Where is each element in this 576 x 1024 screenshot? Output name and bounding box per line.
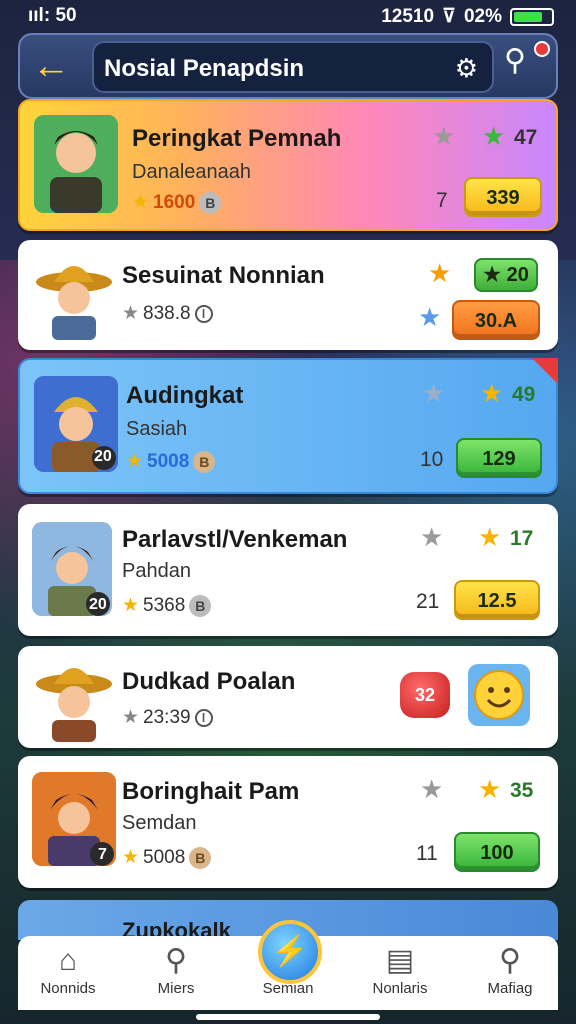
back-arrow-icon[interactable]: ← [32, 47, 76, 87]
leaderboard-card-2[interactable]: Sesuinat Nonnian ★ 838.8 l ★ ★ 20 ★ 30.A [18, 240, 558, 350]
star-count: 47 [514, 126, 538, 149]
player-avatar [32, 652, 116, 742]
player-name: Audingkat [126, 382, 244, 409]
nav-label: Mafiag [487, 980, 533, 997]
player-points: ★ 838.8 l [122, 302, 213, 325]
star-outline-icon: ★ [122, 707, 140, 728]
coin-icon: B [193, 450, 216, 473]
player-points: ★ 5008 B [122, 846, 212, 869]
star-outline-icon: ★ [422, 378, 446, 408]
status-bar: ııl: 50 12510 ⊽ 02% [0, 0, 576, 32]
heart-icon[interactable]: 32 [400, 672, 450, 718]
search-button[interactable]: ⚲ [504, 41, 552, 91]
score-button[interactable]: 30.A [452, 300, 540, 340]
star-icon: ★ [478, 522, 502, 552]
smiley-icon[interactable] [468, 664, 530, 726]
score-button[interactable]: 339 [464, 177, 542, 217]
star-outline-icon: ★ [432, 121, 456, 151]
top-header: ← Nosial Penapdsin ⚙ ⚲ [18, 33, 558, 99]
search-icon: ⚲ [504, 44, 526, 77]
player-name: Boringhait Pam [122, 778, 300, 805]
nav-label: Nonlaris [372, 980, 428, 997]
rank-number: 11 [416, 842, 438, 865]
nav-item-miers[interactable]: ⚲ Miers [128, 942, 224, 997]
star-outline-icon: ★ [420, 774, 444, 804]
leaderboard-card-1[interactable]: Peringkat Pemnah Danaleanaah ★ 1600 B ★ … [18, 99, 558, 231]
title-box: Nosial Penapdsin ⚙ [92, 41, 494, 93]
player-points: ★ 23:39 l [122, 706, 213, 729]
player-avatar: 7 [32, 772, 116, 866]
level-badge: 20 [94, 448, 112, 465]
player-name: Dudkad Poalan [122, 668, 296, 695]
home-indicator [196, 1014, 380, 1020]
star-blue-icon: ★ [418, 302, 442, 332]
home-icon: ⌂ [58, 944, 78, 977]
leaderboard-card-4[interactable]: 20 Parlavstl/Venkeman Pahdan ★ 5368 B ★ … [18, 504, 558, 636]
player-subtitle: Danaleanaah [132, 161, 251, 183]
page-title: Nosial Penapdsin [104, 55, 305, 82]
player-points: ★ 5008 B [126, 450, 216, 473]
star-count: 35 [510, 779, 534, 802]
lightning-icon[interactable]: ⚡ [258, 920, 322, 984]
player-name: Sesuinat Nonnian [122, 262, 325, 289]
star-icon: ★ [478, 774, 502, 804]
nav-label: Miers [157, 980, 195, 997]
rank-number: 10 [420, 448, 444, 471]
battery-icon [510, 7, 554, 26]
player-points: ★ 1600 B [132, 191, 222, 214]
coin-icon: B [189, 594, 212, 617]
nav-item-mafiag[interactable]: ⚲ Mafiag [462, 942, 558, 997]
coin-icon: l [194, 304, 213, 323]
score-button[interactable]: 100 [454, 832, 540, 872]
player-name: Parlavstl/Venkeman [122, 526, 348, 553]
coin-icon: l [194, 708, 213, 727]
notes-icon: ▤ [385, 944, 415, 977]
player-avatar: 20 [34, 376, 118, 472]
level-badge: 7 [98, 846, 107, 863]
score-button[interactable]: 12.5 [454, 580, 540, 620]
star-outline-icon: ★ [420, 522, 444, 552]
level-chip: ★ 20 [474, 258, 538, 292]
star-green-icon: ★ [482, 121, 506, 151]
player-avatar: 20 [32, 522, 112, 616]
player-points: ★ 5368 B [122, 594, 212, 617]
star-orange-icon: ★ [428, 258, 452, 288]
nav-label: Nonnids [40, 980, 96, 997]
player-subtitle: Semdan [122, 812, 197, 834]
gear-icon[interactable]: ⚙ [455, 53, 478, 84]
player-avatar [34, 115, 118, 213]
signal-text: ııl: 50 [28, 5, 77, 26]
star-count: 49 [512, 383, 536, 406]
star-icon: ★ [122, 595, 140, 616]
whistle-icon: ⚲ [165, 944, 187, 977]
corner-ribbon [532, 358, 558, 384]
leaderboard-card-6[interactable]: 7 Boringhait Pam Semdan ★ 5008 B ★ ★ 35 … [18, 756, 558, 888]
star-icon: ★ [132, 192, 150, 213]
player-name: Peringkat Pemnah [132, 125, 342, 152]
player-subtitle: Pahdan [122, 560, 191, 582]
coin-icon: B [199, 191, 222, 214]
nav-item-nonnids[interactable]: ⌂ Nonnids [20, 942, 116, 997]
clock: 12510 [381, 5, 435, 27]
leaderboard-card-5[interactable]: Dudkad Poalan ★ 23:39 l 32 [18, 646, 558, 748]
star-icon: ★ [126, 451, 144, 472]
leaderboard-card-3[interactable]: 20 Audingkat Sasiah ★ 5008 B ★ ★ 49 10 1… [18, 358, 558, 494]
rank-number: 21 [416, 590, 440, 613]
magnifier-icon: ⚲ [499, 944, 521, 977]
wifi-icon: ⊽ [442, 6, 456, 27]
star-icon: ★ [122, 847, 140, 868]
star-outline-icon: ★ [122, 303, 140, 324]
battery-percent: 02% [463, 5, 502, 27]
player-subtitle: Sasiah [126, 418, 188, 440]
star-icon: ★ [480, 378, 504, 408]
level-badge: 20 [89, 596, 107, 613]
status-right: 12510 ⊽ 02% [381, 5, 554, 28]
notification-dot [534, 41, 550, 57]
coin-icon: B [189, 846, 212, 869]
player-avatar [32, 250, 116, 340]
rank-number: 7 [436, 189, 448, 212]
star-count: 17 [510, 527, 534, 550]
nav-item-nonlaris[interactable]: ▤ Nonlaris [352, 942, 448, 997]
score-button[interactable]: 129 [456, 438, 542, 478]
